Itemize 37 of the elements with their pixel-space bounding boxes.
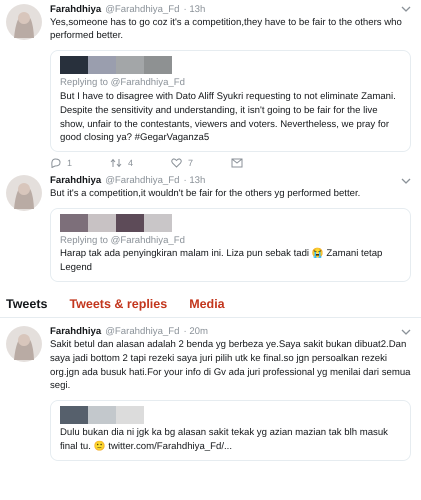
quoted-text: Harap tak ada penyingkiran malam ini. Liza pun sebak tadi 😭 Zamani tetap Legend — [60, 247, 384, 275]
avatar[interactable] — [6, 4, 42, 40]
tweet-text: But it's a competition,it wouldn't be fair for the others yg performed better. — [50, 186, 362, 201]
user-handle[interactable]: @Farahdhiya_Fd — [105, 326, 180, 338]
tab[interactable]: Tweets — [6, 296, 48, 312]
quoted-tweet[interactable] — [50, 50, 411, 152]
action-count: 1 — [67, 158, 72, 168]
avatar[interactable] — [6, 326, 42, 362]
tab[interactable]: Tweets & replies — [69, 296, 168, 312]
avatar[interactable] — [6, 175, 42, 212]
message-icon[interactable] — [231, 158, 244, 168]
user-name[interactable]: Farahdhiya — [50, 175, 102, 187]
tweet-text: Yes,someone has to go coz it's a competition,they have to be fair to the others who performed better. — [50, 16, 403, 44]
chevron-down-icon[interactable] — [401, 6, 411, 14]
tweet-text: Sakit betul dan alasan adalah 2 benda yg berbeza ye.Saya sakit bukan dibuat2.Dan saya jadi bottom 2 tapi rezeki saya juri pilih utk ke final.so jgn persoalkan rezeki org.jgn ada busuk hati.For your info di Gv ada juri professional yg menilai dari semua segi. — [50, 338, 411, 394]
heart-icon[interactable] — [171, 158, 182, 168]
user-name[interactable]: Farahdhiya — [50, 4, 102, 16]
chevron-down-icon[interactable] — [401, 328, 411, 336]
link[interactable]: twitter.com/Farahdhiya_Fd/... — [108, 441, 232, 452]
user-handle[interactable]: @Farahdhiya_Fd — [105, 4, 180, 16]
reply-icon[interactable] — [50, 158, 61, 168]
user-name[interactable]: Farahdhiya — [50, 326, 102, 338]
replying-to: Replying to @Farahdhiya_Fd — [60, 76, 186, 90]
quoted-text: But I have to disagree with Dato Aliff Syukri requesting to not eliminate Zamani. Despite the sensitivity and understanding, it isn't going to be fair for the live show, unfair to the contestants, viewers and voters. Nevertheless, we pray for good closing ya? #GegarVaganza5 — [60, 90, 397, 146]
action-count: 7 — [188, 158, 194, 168]
quoted-tweet[interactable]: Replying to @Farahdhiya_Fd Harap tak ada penyingkiran malam ini. Liza pun sebak tadi 😭 Zamani tetap Legend — [50, 208, 411, 282]
replying-to: Replying to @Farahdhiya_Fd — [60, 234, 186, 248]
quoted-text: Dulu bukan dia ni jgk ka bg alasan sakit tekak yg azian mazian tak blh masuk final tu. 🙂 twitter.com/Farahdhiya_Fd/... — [60, 426, 389, 454]
tweet-time[interactable]: · 20m — [183, 326, 208, 338]
tab[interactable]: Media — [189, 296, 225, 312]
user-handle[interactable]: @Farahdhiya_Fd — [105, 175, 180, 187]
tweet-time[interactable]: · 13h — [183, 175, 206, 187]
action-count: 4 — [128, 158, 134, 168]
chevron-down-icon[interactable] — [401, 178, 411, 185]
tweet-time[interactable]: · 13h — [183, 4, 206, 16]
quoted-tweet[interactable]: Dulu bukan dia ni jgk ka bg alasan sakit tekak yg azian mazian tak blh masuk final tu. 🙂 twitter.com/Farahdhiya_Fd/... — [50, 400, 411, 462]
retweet-icon[interactable] — [110, 158, 122, 168]
